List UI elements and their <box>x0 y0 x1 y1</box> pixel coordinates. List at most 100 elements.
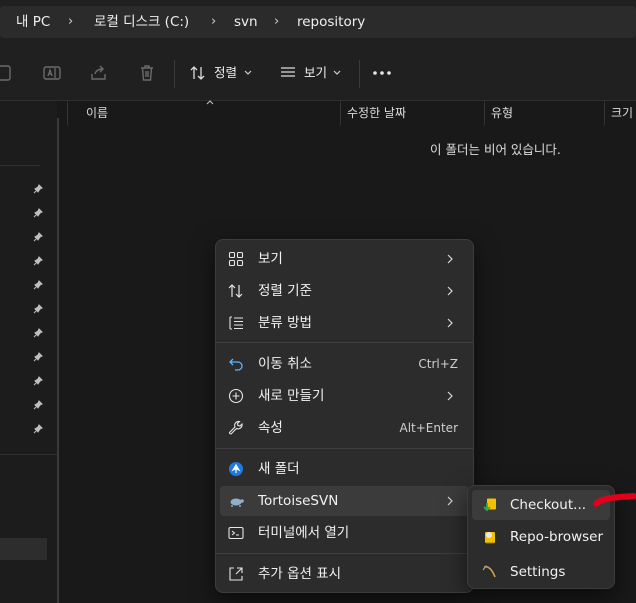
more-options-button[interactable] <box>370 63 394 83</box>
chevron-right-icon <box>447 286 453 296</box>
address-bar[interactable]: 내 PC › 로컬 디스크 (C:) › svn › repository <box>0 6 636 38</box>
submenu-item-settings[interactable]: Settings <box>472 557 610 587</box>
menu-item-properties[interactable]: 속성 Alt+Enter <box>220 413 469 443</box>
sort-indicator-icon <box>206 100 214 105</box>
chevron-down-icon <box>244 70 252 75</box>
menu-item-label: 이동 취소 <box>258 356 312 372</box>
trash-icon[interactable] <box>136 62 158 84</box>
grid-icon <box>228 251 244 267</box>
repo-browser-icon <box>485 532 495 544</box>
red-annotation-mark <box>593 493 636 507</box>
menu-item-new[interactable]: 새로 만들기 <box>220 381 469 411</box>
menu-item-label: 추가 옵션 표시 <box>258 566 342 582</box>
tortoisesvn-icon <box>230 498 244 507</box>
column-divider[interactable] <box>484 101 485 125</box>
context-menu: 보기 정렬 기준 분류 방법 이동 취소 Ctrl+Z 새로 만들기 속성 Al… <box>215 239 474 593</box>
navigation-pane <box>0 101 57 603</box>
nav-scrollbar[interactable] <box>57 118 59 603</box>
view-label: 보기 <box>304 65 328 80</box>
toolbar-divider <box>174 60 175 88</box>
menu-item-tortoisesvn[interactable]: TortoiseSVN <box>220 486 469 516</box>
pin-icon[interactable] <box>33 352 43 362</box>
chevron-right-icon <box>447 254 453 264</box>
pin-icon[interactable] <box>33 424 43 434</box>
breadcrumb-separator-icon: › <box>68 14 74 29</box>
shortcut-text: Alt+Enter <box>399 421 458 435</box>
menu-item-open-in-terminal[interactable]: 터미널에서 열기 <box>220 518 469 548</box>
menu-item-new-folder[interactable]: 새 폴더 <box>220 454 469 484</box>
nav-selected-item[interactable] <box>0 538 47 560</box>
menu-item-label: 속성 <box>258 420 283 436</box>
menu-item-label: 보기 <box>258 251 283 267</box>
menu-item-label: 새로 만들기 <box>258 388 325 404</box>
pin-icon[interactable] <box>33 256 43 266</box>
chevron-right-icon <box>447 496 453 506</box>
breadcrumb-svn[interactable]: svn <box>234 6 258 38</box>
group-list-icon <box>229 316 243 330</box>
empty-folder-message: 이 폴더는 비어 있습니다. <box>430 142 561 157</box>
breadcrumb-separator-icon: › <box>211 14 217 29</box>
pin-icon[interactable] <box>33 184 43 194</box>
checkout-icon <box>483 498 496 512</box>
view-button[interactable]: 보기 <box>276 62 346 84</box>
menu-item-label: 분류 방법 <box>258 315 312 331</box>
column-divider <box>67 101 68 125</box>
share-icon[interactable] <box>88 62 110 84</box>
menu-separator <box>216 448 473 449</box>
column-header-type[interactable]: 유형 <box>491 101 513 125</box>
submenu-item-repo-browser[interactable]: Repo-browser <box>472 522 610 552</box>
chevron-down-icon <box>333 70 341 75</box>
settings-icon <box>482 565 496 578</box>
pin-icon[interactable] <box>33 328 43 338</box>
menu-item-group-by[interactable]: 분류 방법 <box>220 308 469 338</box>
column-header-name[interactable]: 이름 <box>86 101 108 125</box>
menu-item-show-more-options[interactable]: 추가 옵션 표시 <box>220 559 469 589</box>
menu-item-label: 새 폴더 <box>258 461 300 477</box>
pin-icon[interactable] <box>33 400 43 410</box>
sort-button[interactable]: 정렬 <box>186 62 256 84</box>
menu-item-undo-move[interactable]: 이동 취소 Ctrl+Z <box>220 349 469 379</box>
submenu-item-label: Checkout... <box>510 497 587 513</box>
pin-icon[interactable] <box>33 208 43 218</box>
wrench-icon <box>228 420 243 435</box>
nav-divider <box>0 165 40 166</box>
column-header-modified[interactable]: 수정한 날짜 <box>347 101 406 125</box>
rename-icon[interactable] <box>41 62 63 84</box>
pin-icon[interactable] <box>33 376 43 386</box>
nav-divider <box>0 454 57 455</box>
sort-arrows-icon <box>190 66 205 80</box>
shortcut-text: Ctrl+Z <box>418 357 458 371</box>
column-divider[interactable] <box>340 101 341 125</box>
breadcrumb-repository[interactable]: repository <box>297 6 365 38</box>
chevron-right-icon <box>447 318 453 328</box>
menu-separator <box>216 342 473 343</box>
menu-item-view[interactable]: 보기 <box>220 244 469 274</box>
command-bar: 정렬 보기 <box>0 46 636 101</box>
pin-icon[interactable] <box>33 232 43 242</box>
paste-icon[interactable] <box>0 62 22 84</box>
menu-separator <box>216 553 473 554</box>
menu-item-label: 정렬 기준 <box>258 283 312 299</box>
pin-icon[interactable] <box>33 304 43 314</box>
expand-icon <box>229 567 243 581</box>
chevron-right-icon <box>447 391 453 401</box>
pin-icon[interactable] <box>33 280 43 290</box>
view-lines-icon <box>281 67 295 77</box>
tortoise-new-folder-icon <box>229 462 243 476</box>
submenu-item-label: Repo-browser <box>510 529 604 545</box>
column-divider[interactable] <box>604 101 605 125</box>
submenu-item-label: Settings <box>510 564 566 580</box>
address-bar-row: 내 PC › 로컬 디스크 (C:) › svn › repository <box>0 0 636 46</box>
terminal-icon <box>228 526 244 540</box>
menu-item-sort-by[interactable]: 정렬 기준 <box>220 276 469 306</box>
breadcrumb-separator-icon: › <box>274 14 280 29</box>
menu-item-label: 터미널에서 열기 <box>258 525 350 541</box>
more-dots-icon <box>373 71 391 75</box>
breadcrumb-this-pc[interactable]: 내 PC <box>16 6 50 38</box>
undo-icon <box>229 358 243 371</box>
column-header-size[interactable]: 크기 <box>611 101 633 125</box>
breadcrumb-local-disk[interactable]: 로컬 디스크 (C:) <box>94 6 189 38</box>
sort-icon <box>228 284 243 298</box>
toolbar-divider <box>359 60 360 88</box>
sort-label: 정렬 <box>214 65 238 80</box>
